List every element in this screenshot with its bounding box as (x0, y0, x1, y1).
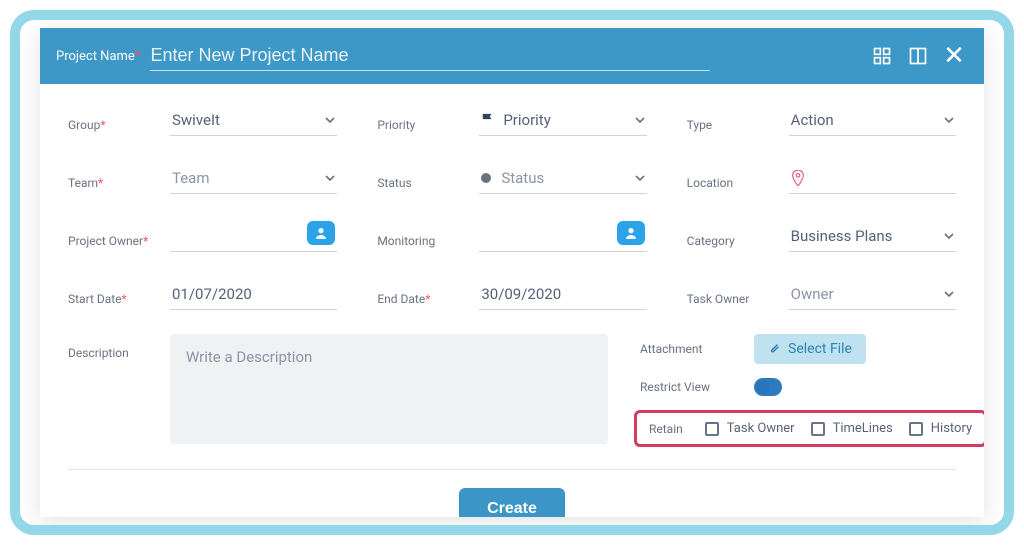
description-label: Description (68, 334, 160, 447)
task-owner-select[interactable]: Owner (789, 278, 956, 310)
status-select[interactable]: Status (479, 162, 646, 194)
person-icon (624, 226, 638, 240)
group-select[interactable]: SwiveIt (170, 104, 337, 136)
retain-task-owner-checkbox[interactable]: Task Owner (705, 421, 795, 436)
retain-history-checkbox[interactable]: History (909, 421, 972, 436)
app-frame: Project Name* ✕ Group* (10, 10, 1014, 535)
chevron-down-icon (944, 231, 954, 241)
priority-select[interactable]: Priority (479, 104, 646, 136)
chevron-down-icon (635, 173, 645, 183)
start-date-field: Start Date* 01/07/2020 (68, 278, 337, 310)
modal-header: Project Name* ✕ (40, 28, 984, 84)
team-select[interactable]: Team (170, 162, 337, 194)
location-pin-icon (791, 170, 805, 186)
project-owner-input[interactable] (170, 220, 337, 252)
monitoring-field: Monitoring (377, 220, 646, 252)
status-field: Status Status (377, 162, 646, 194)
category-select[interactable]: Business Plans (789, 220, 956, 252)
checkbox-icon (705, 422, 719, 436)
project-name-input[interactable] (150, 41, 710, 71)
location-input[interactable] (789, 162, 956, 194)
team-field: Team* Team (68, 162, 337, 194)
restrict-view-toggle[interactable] (754, 378, 782, 396)
priority-field: Priority Priority (377, 104, 646, 136)
chevron-down-icon (944, 289, 954, 299)
type-field: Type Action (687, 104, 956, 136)
layout-cards-icon[interactable] (868, 42, 896, 70)
retain-row: Retain Task Owner TimeLines History (634, 410, 984, 447)
status-dot-icon (481, 173, 491, 183)
create-project-modal: Project Name* ✕ Group* (40, 28, 984, 517)
select-file-button[interactable]: Select File (754, 334, 866, 364)
task-owner-field: Task Owner Owner (687, 278, 956, 310)
category-field: Category Business Plans (687, 220, 956, 252)
attachment-row: Attachment Select File (640, 334, 984, 364)
type-select[interactable]: Action (789, 104, 956, 136)
checkbox-icon (909, 422, 923, 436)
create-button[interactable]: Create (459, 488, 565, 517)
checkbox-icon (811, 422, 825, 436)
flag-icon (481, 113, 495, 127)
chevron-down-icon (635, 115, 645, 125)
modal-footer: Create (68, 488, 956, 517)
end-date-input[interactable]: 30/09/2020 (479, 278, 646, 310)
retain-timelines-checkbox[interactable]: TimeLines (811, 421, 893, 436)
restrict-view-row: Restrict View (640, 378, 984, 396)
monitoring-input[interactable] (479, 220, 646, 252)
project-name-label: Project Name* (56, 49, 140, 64)
monitoring-picker-button[interactable] (617, 221, 645, 245)
chevron-down-icon (944, 115, 954, 125)
owner-picker-button[interactable] (307, 221, 335, 245)
project-owner-field: Project Owner* (68, 220, 337, 252)
end-date-field: End Date* 30/09/2020 (377, 278, 646, 310)
description-textarea[interactable] (170, 334, 608, 444)
paperclip-icon (768, 342, 780, 356)
group-field: Group* SwiveIt (68, 104, 337, 136)
start-date-input[interactable]: 01/07/2020 (170, 278, 337, 310)
person-icon (314, 226, 328, 240)
chevron-down-icon (325, 173, 335, 183)
chevron-down-icon (325, 115, 335, 125)
divider (68, 469, 956, 470)
layout-split-icon[interactable] (904, 42, 932, 70)
modal-body: Group* SwiveIt Priority Priority Ty (40, 84, 984, 517)
location-field: Location (687, 162, 956, 194)
close-icon[interactable]: ✕ (940, 42, 968, 70)
